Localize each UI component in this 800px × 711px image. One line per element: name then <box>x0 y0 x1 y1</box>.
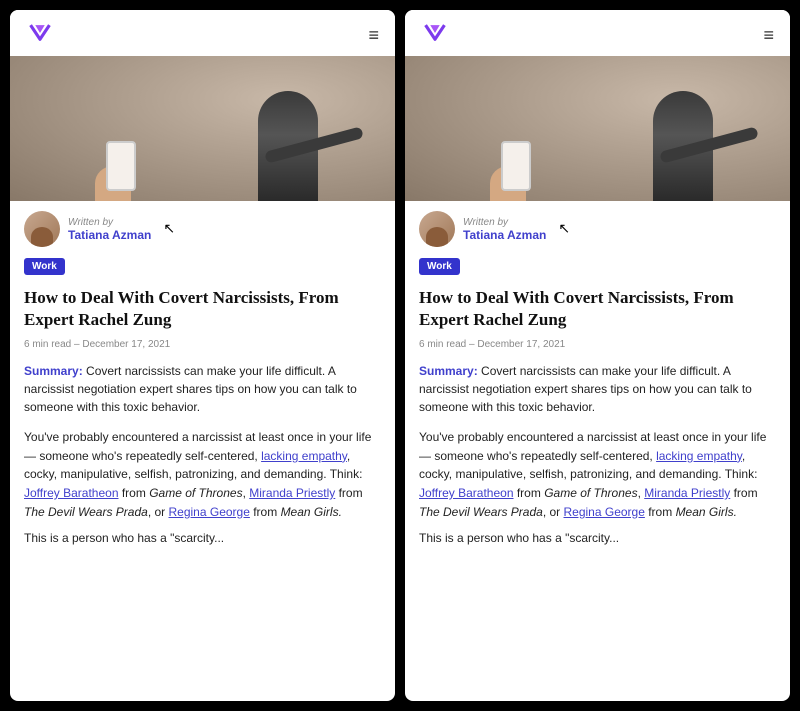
tag-work-left[interactable]: Work <box>24 258 65 275</box>
body-para-2-left: This is a person who has a "scarcity... <box>24 529 381 548</box>
screen-wrapper: ≡ Written by Tatiana Azman ↖ Work How to… <box>0 0 800 711</box>
author-name-left[interactable]: Tatiana Azman <box>68 228 151 242</box>
tag-row-left: Work <box>10 253 395 281</box>
body-para-2-right: This is a person who has a "scarcity... <box>419 529 776 548</box>
author-row-left: Written by Tatiana Azman ↖ <box>10 201 395 253</box>
article-summary-left: Summary: Covert narcissists can make you… <box>10 358 395 422</box>
link-regina-left[interactable]: Regina George <box>169 505 250 519</box>
hamburger-left[interactable]: ≡ <box>368 25 381 46</box>
article-body-left: You've probably encountered a narcissist… <box>10 422 395 562</box>
top-nav-right: ≡ <box>405 10 790 56</box>
article-title-left: How to Deal With Covert Narcissists, Fro… <box>10 281 395 335</box>
body-para-1-right: You've probably encountered a narcissist… <box>419 428 776 521</box>
author-avatar-left <box>24 211 60 247</box>
logo-left <box>24 22 56 48</box>
author-info-right: Written by Tatiana Azman <box>463 217 546 242</box>
written-by-label-left: Written by <box>68 217 151 228</box>
link-lacking-empathy-right[interactable]: lacking empathy <box>656 449 742 463</box>
cursor-left: ↖ <box>163 221 175 238</box>
link-joffrey-left[interactable]: Joffrey Baratheon <box>24 486 119 500</box>
author-name-right[interactable]: Tatiana Azman <box>463 228 546 242</box>
left-panel: ≡ Written by Tatiana Azman ↖ Work How to… <box>10 10 395 701</box>
tag-work-right[interactable]: Work <box>419 258 460 275</box>
hero-image-right <box>405 56 790 201</box>
author-row-right: Written by Tatiana Azman ↖ <box>405 201 790 253</box>
written-by-label-right: Written by <box>463 217 546 228</box>
article-title-right: How to Deal With Covert Narcissists, Fro… <box>405 281 790 335</box>
hero-image-left <box>10 56 395 201</box>
link-miranda-right[interactable]: Miranda Priestly <box>644 486 730 500</box>
summary-label-left: Summary: <box>24 364 83 378</box>
tag-row-right: Work <box>405 253 790 281</box>
summary-label-right: Summary: <box>419 364 478 378</box>
body-para-1-left: You've probably encountered a narcissist… <box>24 428 381 521</box>
right-panel: ≡ Written by Tatiana Azman ↖ Work How to… <box>405 10 790 701</box>
top-nav-left: ≡ <box>10 10 395 56</box>
link-lacking-empathy-left[interactable]: lacking empathy <box>261 449 347 463</box>
meta-left: 6 min read – December 17, 2021 <box>10 335 395 358</box>
link-regina-right[interactable]: Regina George <box>564 505 645 519</box>
cursor-right: ↖ <box>558 221 570 238</box>
link-miranda-left[interactable]: Miranda Priestly <box>249 486 335 500</box>
article-summary-right: Summary: Covert narcissists can make you… <box>405 358 790 422</box>
article-body-right: You've probably encountered a narcissist… <box>405 422 790 562</box>
author-avatar-right <box>419 211 455 247</box>
author-info-left: Written by Tatiana Azman <box>68 217 151 242</box>
logo-right <box>419 22 451 48</box>
meta-right: 6 min read – December 17, 2021 <box>405 335 790 358</box>
link-joffrey-right[interactable]: Joffrey Baratheon <box>419 486 514 500</box>
hamburger-right[interactable]: ≡ <box>763 25 776 46</box>
